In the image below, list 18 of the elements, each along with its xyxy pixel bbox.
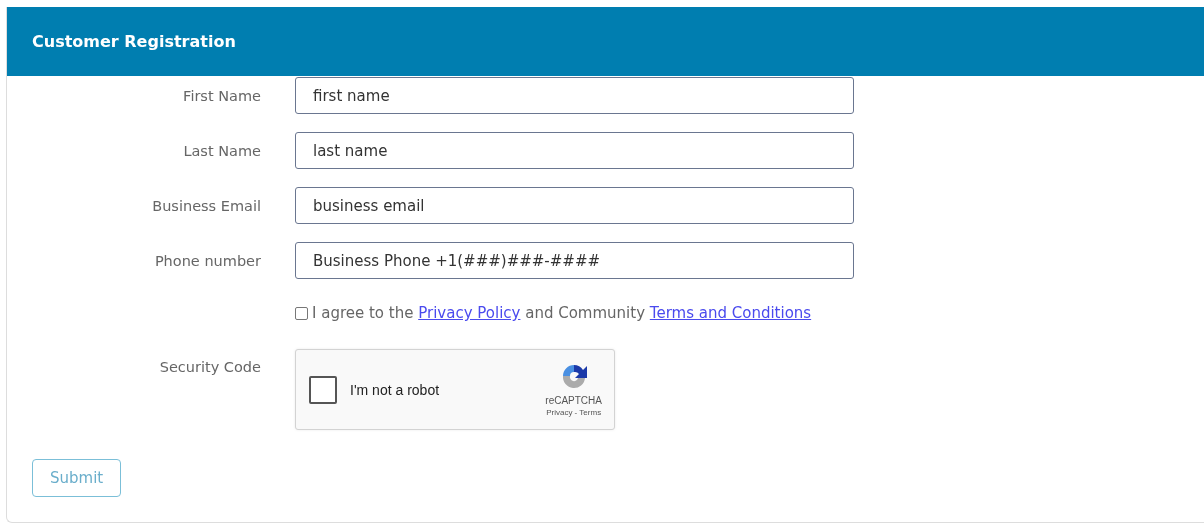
checkbox[interactable]: [295, 306, 308, 320]
text-field[interactable]: first name: [295, 77, 854, 114]
policy-link[interactable]: Terms and Conditions: [649, 304, 812, 322]
field-label: Business Email: [151, 197, 262, 214]
policy-link[interactable]: Privacy Policy: [418, 304, 521, 322]
captcha-links[interactable]: Privacy - Terms: [546, 408, 602, 417]
form-title: Customer Registration: [32, 32, 236, 51]
field-label: Phone number: [153, 252, 262, 269]
field-label: Security Code: [158, 358, 262, 375]
agreement-text: I agree to the Privacy Policy and Community Terms and Conditions: [312, 304, 812, 322]
captcha-checkbox[interactable]: [309, 375, 337, 404]
field-label: First Name: [182, 87, 262, 104]
text-field[interactable]: business email: [295, 187, 854, 224]
text-field[interactable]: Business Phone +1(###)###-####: [295, 242, 854, 279]
text-field[interactable]: last name: [295, 132, 854, 169]
field-label: Last Name: [182, 142, 262, 159]
captcha-label: I'm not a robot: [350, 381, 440, 398]
captcha-brand: reCAPTCHA: [545, 395, 602, 406]
